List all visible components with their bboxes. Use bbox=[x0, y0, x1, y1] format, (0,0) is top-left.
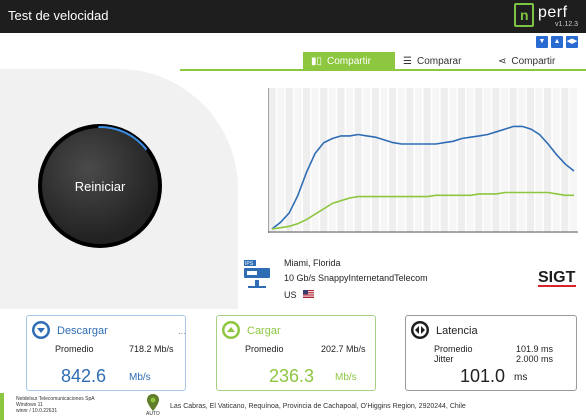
server-city: Miami, Florida bbox=[284, 258, 341, 268]
download-avg-label: Promedio bbox=[55, 344, 94, 354]
latency-avg-value: 101.9 ms bbox=[516, 344, 554, 354]
chart-grid-column bbox=[492, 88, 500, 233]
speed-chart bbox=[268, 88, 578, 233]
chart-grid-column bbox=[457, 88, 466, 233]
upload-avg-label: Promedio bbox=[245, 344, 284, 354]
us-flag-icon bbox=[303, 290, 314, 298]
chart-grid-column bbox=[518, 88, 526, 233]
chart-grid-column bbox=[406, 88, 414, 233]
title-bar: Test de velocidad n perf v1.12.3 bbox=[0, 0, 586, 33]
download-value: 842.6 bbox=[61, 366, 107, 386]
chart-grid-column bbox=[389, 88, 397, 233]
chart-grid-column bbox=[509, 88, 517, 233]
jitter-label: Jitter bbox=[434, 354, 454, 364]
chart-grid-column bbox=[363, 88, 371, 233]
latency-title: Latencia bbox=[436, 325, 478, 337]
chart-grid-column bbox=[277, 88, 285, 233]
download-avg-value: 718.2 Mb/s bbox=[129, 344, 174, 354]
chart-grid-column bbox=[544, 88, 552, 233]
tab-compare[interactable]: ☰ Comparar bbox=[395, 52, 490, 70]
download-card: Descargar Promedio 718.2 Mb/s 842.6 Mb/s bbox=[26, 315, 186, 391]
chart-grid-column bbox=[302, 88, 311, 233]
upload-icon bbox=[222, 321, 240, 339]
chart-grid-column bbox=[569, 88, 577, 233]
logo-mark-letter: n bbox=[520, 7, 529, 23]
tab-label: Compartir bbox=[327, 55, 371, 67]
app-version: v1.12.3 bbox=[555, 21, 578, 28]
location-address: Las Cabras, El Vaticano, Requínoa, Provi… bbox=[170, 403, 466, 410]
share-icon: ⋖ bbox=[498, 55, 507, 67]
tab-label: Compartir bbox=[511, 55, 556, 67]
more-icon[interactable]: ··· bbox=[178, 329, 186, 338]
footer-accent bbox=[0, 393, 4, 420]
chart-grid-column bbox=[483, 88, 491, 233]
restart-label[interactable]: Reiniciar bbox=[42, 179, 158, 194]
arrow-down-icon[interactable]: ▼ bbox=[536, 36, 548, 48]
provider-logo: SIGT bbox=[538, 266, 578, 290]
chart-grid-column bbox=[501, 88, 509, 233]
chart-grid-column bbox=[449, 88, 457, 233]
scroll-controls: ▼ ▲ ◀▶ bbox=[536, 36, 578, 48]
chart-grid-column bbox=[526, 88, 534, 233]
server-country: US bbox=[284, 290, 297, 300]
upload-title: Cargar bbox=[247, 325, 281, 337]
chart-grid-column bbox=[440, 88, 448, 233]
location-pin-icon[interactable] bbox=[145, 393, 161, 413]
latency-unit: ms bbox=[514, 372, 528, 383]
network-info: winnr / 10.0.22631 bbox=[16, 408, 58, 414]
upload-avg-value: 202.7 Mb/s bbox=[321, 344, 366, 354]
upload-value: 236.3 bbox=[269, 366, 315, 386]
jitter-value: 2.000 ms bbox=[516, 354, 554, 364]
download-icon bbox=[32, 321, 50, 339]
server-icon: IPS bbox=[244, 260, 270, 288]
upload-card: Cargar Promedio 202.7 Mb/s 236.3 Mb/s bbox=[216, 315, 376, 391]
chart-grid-column bbox=[414, 88, 422, 233]
latency-value: 101.0 bbox=[460, 366, 506, 386]
download-unit: Mb/s bbox=[129, 372, 151, 383]
location-mode: AUTO bbox=[146, 411, 160, 417]
device-info: Netdelsur Telecomunicaciones SpA Windows… bbox=[16, 396, 95, 414]
svg-text:IPS: IPS bbox=[245, 261, 254, 267]
latency-avg-label: Promedio bbox=[434, 344, 473, 354]
latency-icon bbox=[411, 321, 429, 339]
chart-grid-column bbox=[294, 88, 302, 233]
chart-grid-column bbox=[268, 88, 276, 233]
svg-text:SIGT: SIGT bbox=[538, 269, 576, 286]
arrow-left-right-icon[interactable]: ◀▶ bbox=[566, 36, 578, 48]
upload-unit: Mb/s bbox=[335, 372, 357, 383]
chart-grid-column bbox=[466, 88, 474, 233]
compare-icon: ☰ bbox=[403, 55, 412, 67]
chart-grid-column bbox=[432, 88, 440, 233]
chart-grid-column bbox=[397, 88, 405, 233]
chart-grid-column bbox=[535, 88, 543, 233]
chart-grid-column bbox=[371, 88, 379, 233]
tab-label: Comparar bbox=[416, 55, 462, 67]
arrow-up-icon[interactable]: ▲ bbox=[551, 36, 563, 48]
tab-results[interactable]: ▮▯ Compartir bbox=[303, 52, 395, 70]
latency-card: Latencia Promedio 101.9 ms Jitter 2.000 … bbox=[405, 315, 577, 391]
chart-grid-column bbox=[337, 88, 345, 233]
chart-grid-column bbox=[552, 88, 560, 233]
chart-grid-column bbox=[475, 88, 483, 233]
download-title: Descargar bbox=[57, 325, 108, 337]
app-logo: n perf v1.12.3 bbox=[514, 3, 580, 31]
chart-icon: ▮▯ bbox=[311, 55, 323, 67]
tab-underline bbox=[180, 69, 586, 71]
chart-grid-column bbox=[423, 88, 431, 233]
logo-word: perf bbox=[538, 4, 568, 21]
chart-grid-column bbox=[354, 88, 362, 233]
app-title: Test de velocidad bbox=[8, 8, 109, 23]
server-isp: 10 Gb/s SnappyInternetandTelecom bbox=[284, 273, 428, 283]
tab-share[interactable]: ⋖ Compartir bbox=[490, 52, 585, 70]
chart-grid-column bbox=[346, 88, 354, 233]
chart-grid-column bbox=[328, 88, 336, 233]
logo-mark: n bbox=[514, 3, 534, 27]
tab-bar: ▮▯ Compartir ☰ Comparar ⋖ Compartir bbox=[303, 52, 585, 70]
chart-grid-column bbox=[380, 88, 388, 233]
